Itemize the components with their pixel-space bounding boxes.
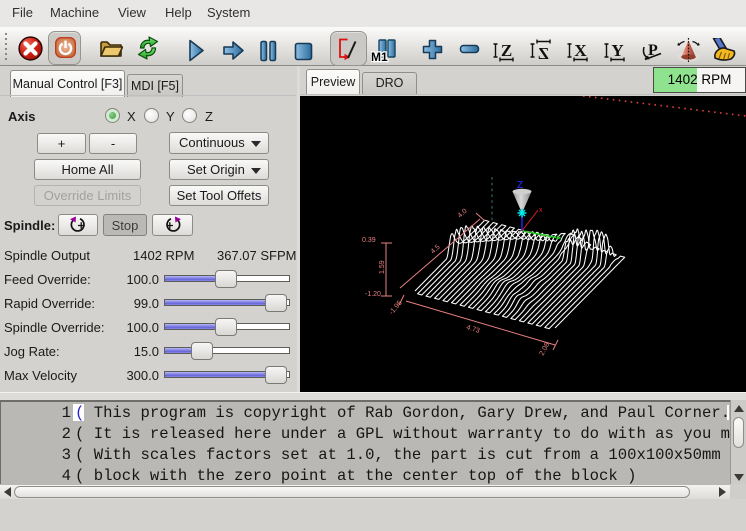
svg-text:Y: Y [611, 41, 623, 60]
svg-text:X: X [574, 41, 587, 60]
svg-text:-1.20: -1.20 [365, 291, 381, 298]
svg-text:M1: M1 [371, 50, 388, 64]
svg-text:Z: Z [501, 41, 512, 60]
svg-text:4.73: 4.73 [465, 324, 480, 335]
svg-text:Z: Z [517, 180, 523, 191]
svg-text:1.59: 1.59 [379, 260, 386, 274]
svg-text:Z: Z [538, 44, 549, 62]
svg-text:-1.95: -1.95 [388, 299, 404, 316]
svg-text:0.39: 0.39 [362, 237, 376, 244]
svg-text:4.0: 4.0 [457, 208, 469, 220]
svg-text:x: x [539, 207, 543, 214]
